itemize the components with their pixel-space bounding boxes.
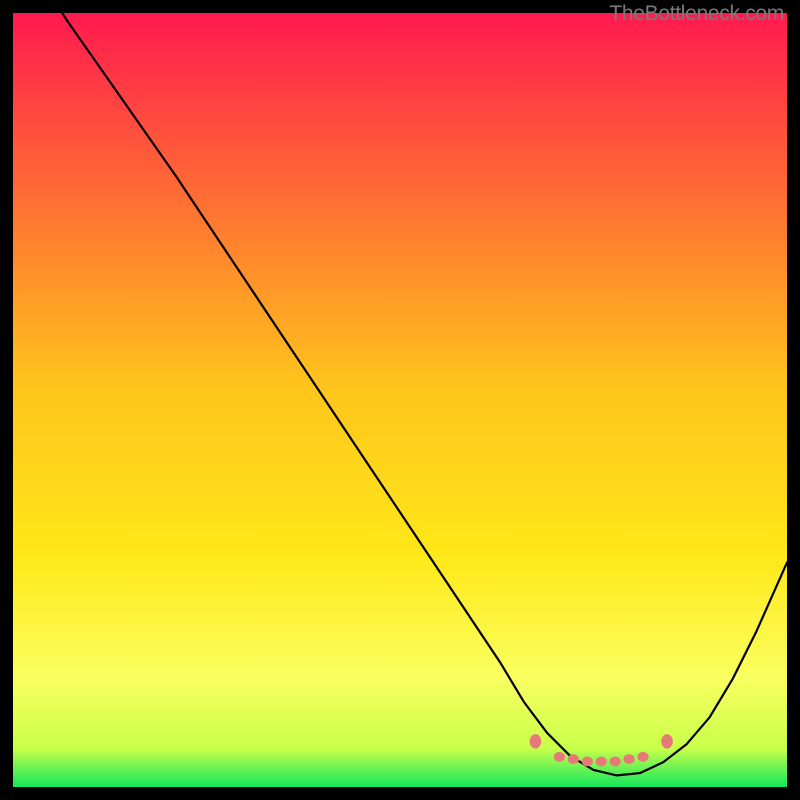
watermark-text: TheBottleneck.com (609, 2, 784, 26)
chart-frame (13, 13, 787, 787)
optimal-marker (554, 752, 565, 762)
optimal-marker (637, 752, 648, 762)
optimal-marker (661, 734, 673, 749)
gradient-background (13, 13, 787, 787)
optimal-marker (582, 757, 593, 767)
optimal-marker (596, 757, 607, 767)
chart-svg (13, 13, 787, 787)
optimal-marker (623, 754, 634, 764)
optimal-marker (610, 757, 621, 767)
optimal-marker (568, 754, 579, 764)
optimal-marker (530, 734, 542, 749)
